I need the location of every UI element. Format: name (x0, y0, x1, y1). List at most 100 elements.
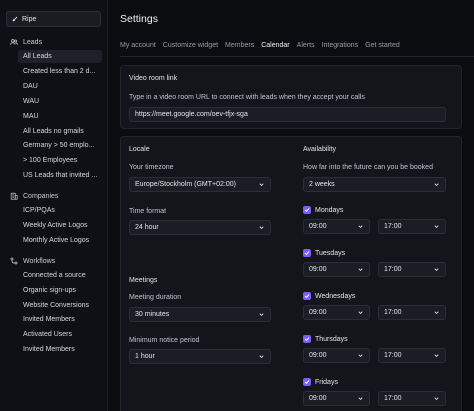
leads-header-label: Leads (23, 38, 43, 46)
sidebar-item-leads-3[interactable]: DAU (18, 80, 102, 93)
thursdays-label: Thursdays (315, 335, 348, 343)
tab-members[interactable]: Members (225, 42, 254, 56)
ripe-logo-icon (12, 16, 18, 22)
wednesdays-start-value: 09:00 (309, 309, 327, 316)
wednesdays-label: Wednesdays (315, 292, 356, 300)
meeting-duration-value: 30 minutes (135, 311, 170, 318)
sidebar-item-workflows-5[interactable]: Activated Users (18, 328, 102, 341)
thursdays-start-value: 09:00 (309, 352, 327, 359)
booking-horizon-value: 2 weeks (309, 181, 335, 188)
meeting-duration-label: Meeting duration (129, 294, 182, 301)
tuesdays-start-select[interactable]: 09:00 (303, 262, 370, 277)
wednesdays-end-value: 17:00 (384, 309, 402, 316)
chevron-down-icon (434, 397, 439, 401)
sidebar-item-leads-5[interactable]: MAU (18, 110, 102, 123)
tab-my-account[interactable]: My account (120, 42, 156, 56)
sidebar: Ripe Leads All Leads Created less than 2 … (0, 0, 108, 411)
mondays-start-value: 09:00 (309, 223, 327, 230)
booking-horizon-label: How far into the future can you be booke… (303, 164, 433, 171)
sidebar-item-companies-3[interactable]: Monthly Active Logos (18, 234, 102, 247)
tabs-divider (120, 56, 474, 57)
booking-horizon-select[interactable]: 2 weeks (303, 177, 446, 192)
wednesdays-end-select[interactable]: 17:00 (378, 305, 446, 320)
workspace-switcher[interactable]: Ripe (6, 11, 101, 27)
tab-get-started[interactable]: Get started (365, 42, 400, 56)
tab-alerts[interactable]: Alerts (297, 42, 315, 56)
check-icon (304, 294, 310, 298)
workflows-section-header[interactable]: Workflows (10, 257, 55, 265)
time-format-select[interactable]: 24 hour (129, 220, 271, 235)
sidebar-item-leads-6[interactable]: All Leads no gmails (18, 125, 102, 138)
check-icon (304, 208, 310, 212)
chevron-down-icon (358, 397, 363, 401)
sidebar-item-leads-7[interactable]: Germany > 50 emplo... (18, 139, 102, 152)
tuesdays-end-select[interactable]: 17:00 (378, 262, 446, 277)
chevron-down-icon (358, 268, 363, 272)
thursdays-start-select[interactable]: 09:00 (303, 348, 370, 363)
video-room-input[interactable]: https://meet.google.com/oev-tfjx-sga (129, 107, 446, 122)
meeting-duration-select[interactable]: 30 minutes (129, 307, 271, 322)
sidebar-item-leads-1[interactable]: All Leads (18, 50, 102, 63)
fridays-start-select[interactable]: 09:00 (303, 391, 370, 406)
users-icon (10, 39, 18, 45)
video-room-input-value: https://meet.google.com/oev-tfjx-sga (135, 111, 248, 118)
sidebar-item-workflows-3[interactable]: Website Conversions (18, 299, 102, 312)
chevron-down-icon (358, 354, 363, 358)
notice-period-value: 1 hour (135, 353, 155, 360)
tab-customize-widget[interactable]: Customize widget (163, 42, 218, 56)
sidebar-item-leads-9[interactable]: US Leads that invited ... (18, 169, 102, 182)
chevron-down-icon (434, 183, 439, 187)
availability-title: Availability (303, 146, 336, 153)
companies-header-label: Companies (23, 192, 59, 200)
companies-section-header[interactable]: Companies (10, 192, 58, 200)
chevron-down-icon (259, 226, 264, 230)
workflows-header-label: Workflows (23, 257, 56, 265)
mondays-checkbox[interactable] (303, 206, 311, 214)
mondays-start-select[interactable]: 09:00 (303, 219, 370, 234)
fridays-label: Fridays (315, 378, 338, 386)
tuesdays-checkbox[interactable] (303, 249, 311, 257)
notice-period-label: Minimum notice period (129, 337, 200, 344)
chevron-down-icon (434, 311, 439, 315)
thursdays-end-select[interactable]: 17:00 (378, 348, 446, 363)
locale-title: Locale (129, 146, 150, 153)
workflow-icon (10, 257, 18, 265)
building-icon (10, 192, 18, 200)
fridays-checkbox[interactable] (303, 378, 311, 386)
wednesdays-checkbox[interactable] (303, 292, 311, 300)
wednesdays-start-select[interactable]: 09:00 (303, 305, 370, 320)
workspace-name: Ripe (22, 15, 37, 23)
leads-section-header[interactable]: Leads (10, 38, 42, 46)
sidebar-item-workflows-1[interactable]: Connected a source (18, 269, 102, 282)
fridays-end-value: 17:00 (384, 395, 402, 402)
sidebar-item-companies-2[interactable]: Weekly Active Logos (18, 219, 102, 232)
sidebar-item-workflows-6[interactable]: Invited Members (18, 343, 102, 356)
fridays-end-select[interactable]: 17:00 (378, 391, 446, 406)
check-icon (304, 380, 310, 384)
chevron-down-icon (259, 183, 264, 187)
video-room-description: Type in a video room URL to connect with… (129, 94, 365, 101)
mondays-end-select[interactable]: 17:00 (378, 219, 446, 234)
sidebar-item-leads-4[interactable]: WAU (18, 95, 102, 108)
timezone-value: Europe/Stockholm (GMT+02:00) (135, 181, 236, 188)
thursdays-end-value: 17:00 (384, 352, 402, 359)
thursdays-checkbox[interactable] (303, 335, 311, 343)
sidebar-item-workflows-2[interactable]: Organic sign-ups (18, 284, 102, 297)
chevron-down-icon (434, 354, 439, 358)
notice-period-select[interactable]: 1 hour (129, 349, 271, 364)
sidebar-item-leads-2[interactable]: Created less than 2 d... (18, 65, 102, 78)
sidebar-item-workflows-4[interactable]: Invited Members (18, 313, 102, 326)
tab-calendar[interactable]: Calendar (261, 42, 291, 57)
settings-tabs: My account Customize widget Members Calenda… (120, 42, 400, 57)
tab-integrations[interactable]: Integrations (322, 42, 359, 56)
check-icon (304, 337, 310, 341)
sidebar-item-leads-8[interactable]: > 100 Employees (18, 154, 102, 167)
page-title: Settings (120, 13, 158, 25)
timezone-select[interactable]: Europe/Stockholm (GMT+02:00) (129, 177, 271, 192)
chevron-down-icon (358, 311, 363, 315)
time-format-value: 24 hour (135, 224, 159, 231)
check-icon (304, 251, 310, 255)
sidebar-item-companies-1[interactable]: ICP/PQAs (18, 204, 102, 217)
tuesdays-start-value: 09:00 (309, 266, 327, 273)
time-format-label: Time format (129, 208, 167, 215)
